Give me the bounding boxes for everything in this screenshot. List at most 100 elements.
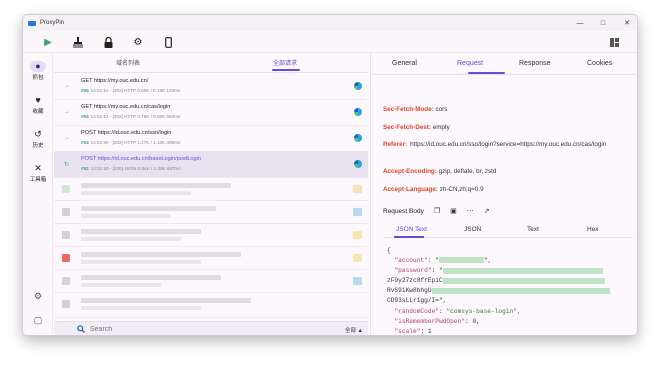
request-body-bar: Request Body ❐ ▣ ⋯ ↗ [383,206,633,216]
edge-browser-icon [354,108,362,116]
header-value: https://id.ouc.edu.cn/sso/login?service=… [410,141,607,148]
redacted-block [62,277,70,285]
redacted-block [81,237,181,241]
request-url: POST https://id.ouc.edu.cn/sso/login [81,130,172,136]
request-row-selected[interactable]: ↻ POST https://id.ouc.edu.cn/baseLogin/p… [54,152,368,178]
request-url: GET https://my.ouc.edu.cn/cas/login [81,104,171,110]
request-url: GET https://my.ouc.edu.cn/ [81,78,149,84]
app-logo-icon [28,20,36,26]
tab-domain-list[interactable]: 域名列表 [116,58,140,67]
navigation-rail: ● 抓包 ♥ 收藏 ↺ 历史 ✕ 工具箱 ⚙ ▢ [23,53,53,335]
lock-icon[interactable] [101,35,115,49]
gear-icon[interactable]: ⚙ [131,35,145,49]
tab-indicator [468,72,505,74]
list-item-redacted[interactable] [54,178,368,201]
header-value: zh-CN,zh;q=0.9 [439,186,484,193]
tools-icon: ✕ [34,163,42,173]
redacted-block [62,185,70,193]
minimize-icon[interactable]: — [568,15,592,31]
tab-indicator [272,69,300,71]
broom-icon[interactable] [71,35,85,49]
json-body: { "account": " ", "password": " zF9y27zc8… [387,246,610,335]
header-key: Sec-Fetch-Dest: [383,124,431,131]
maximize-icon[interactable]: □ [591,15,615,31]
nav-item-label: 工具箱 [29,177,47,183]
play-icon[interactable]: ▶ [41,35,55,49]
request-meta: #52 14:01:50 - [200] JSON 0.84K / 1.33K 6… [81,166,181,171]
redacted-block [81,252,241,257]
edge-browser-icon [354,82,362,90]
detail-tabs: General Request Response Cookies [371,53,637,75]
close-icon[interactable]: ✕ [615,15,637,31]
history-icon: ↺ [34,129,42,139]
redacted-block [62,254,70,262]
tab-hex[interactable]: Hex [587,226,599,233]
nav-item-label: 历史 [32,143,44,149]
list-item-redacted[interactable] [54,293,368,318]
tab-all-requests[interactable]: 全部请求 [273,58,297,67]
header-key: Referer: [383,141,408,148]
redacted-block [353,277,362,285]
redacted-value [442,267,603,274]
nav-item-label: 抓包 [32,75,44,81]
open-external-icon[interactable]: ↗ [484,207,490,215]
toolbar: ▶ ⚙ [23,31,637,53]
request-row[interactable]: → GET https://my.ouc.edu.cn/cas/login #5… [54,100,368,126]
list-item-redacted[interactable] [54,247,368,270]
list-item-redacted[interactable] [54,270,368,293]
header-key: Accept-Encoding: [383,168,437,175]
header-row: Sec-Fetch-Dest: empty [383,123,633,132]
layout-icon[interactable] [607,35,621,49]
tab-request[interactable]: Request [457,60,483,67]
redacted-block [81,275,221,280]
tab-cookies[interactable]: Cookies [587,60,612,67]
redacted-block [81,191,191,195]
tab-indicator [394,236,424,238]
redacted-block [81,206,216,211]
tab-response[interactable]: Response [519,60,551,67]
list-tabs: 域名列表 全部请求 [54,53,368,73]
redacted-block [81,229,201,234]
feedback-icon[interactable]: ▢ [23,315,53,326]
title-bar: ProxyPin — □ ✕ [23,15,637,31]
request-row[interactable]: → POST https://id.ouc.edu.cn/sso/login #… [54,126,368,152]
header-key: Accept-Language: [383,186,438,193]
phone-icon[interactable] [161,35,175,49]
search-input[interactable] [90,326,290,333]
header-value: cors [435,106,448,113]
file-icon[interactable]: ▣ [450,207,457,215]
window-title: ProxyPin [40,20,65,26]
redacted-block [81,283,161,287]
request-meta: #55 14:01:51 - [302] HTTP 0.66K / 0.19K 1… [81,88,181,93]
nav-item-toolbox[interactable]: ✕ 工具箱 [23,163,53,183]
redacted-block [62,300,70,308]
nav-item-history[interactable]: ↺ 历史 [23,129,53,149]
header-row: Accept-Language: zh-CN,zh;q=0.9 [383,185,633,194]
redacted-block [353,208,362,216]
redacted-value [442,277,605,284]
redacted-block [353,185,362,193]
app-window: ProxyPin — □ ✕ ▶ ⚙ ● 抓包 ♥ 收藏 ↺ 历史 ✕ 工具箱 … [22,14,638,336]
tab-general[interactable]: General [392,60,417,67]
nav-item-capture[interactable]: ● 抓包 [23,61,53,81]
more-icon[interactable]: ⋯ [467,207,474,215]
header-value: empty [432,124,450,131]
header-row: Sec-Fetch-Mode: cors [383,105,633,114]
tab-text[interactable]: Text [527,226,539,233]
list-item-redacted[interactable] [54,224,368,247]
header-row: Accept-Encoding: gzip, deflate, br, zstd [383,167,633,176]
copy-icon[interactable]: ❐ [434,207,440,215]
format-tabs: JSON Text JSON Text Hex [383,223,633,238]
list-item-redacted[interactable] [54,201,368,224]
request-row[interactable]: → GET https://my.ouc.edu.cn/ #55 14:01:51… [54,74,368,100]
redacted-block [62,208,70,216]
filter-dropdown[interactable]: 全部 ▲ [345,326,363,334]
request-arrow-icon: → [64,83,70,89]
tab-json[interactable]: JSON [464,226,481,233]
nav-item-label: 收藏 [32,109,44,115]
nav-item-favorites[interactable]: ♥ 收藏 [23,95,53,115]
tab-json-text[interactable]: JSON Text [396,226,427,233]
settings-icon[interactable]: ⚙ [23,291,53,302]
request-meta: #54 14:01:51 - [302] HTTP 0.79K / 0.58K 5… [81,114,181,119]
edge-browser-icon [354,160,362,168]
